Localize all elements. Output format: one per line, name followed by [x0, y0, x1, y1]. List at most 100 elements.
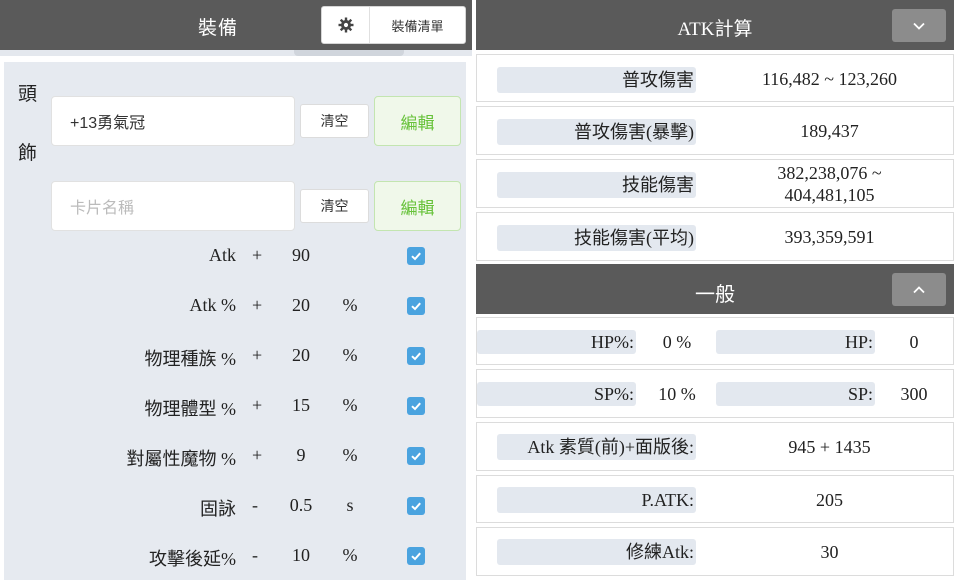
equipment-header: 裝備 裝備清單 [0, 0, 472, 50]
stat-row: 固詠 - 0.5 s [4, 487, 466, 527]
check-icon [411, 402, 421, 411]
general-row: P.ATK: 205 [476, 475, 954, 523]
stat-row: 物理種族 % + 20 % [4, 337, 466, 377]
stat-label: 固詠 [200, 499, 236, 519]
stat-label: 對屬性魔物 % [126, 449, 237, 469]
atk-row-value: 393,359,591 [784, 227, 875, 247]
equipment-title: 裝備 [198, 18, 239, 39]
equipment-panel: 裝備 裝備清單 頭 飾 +13勇氣冠 清空 編輯 卡片名稱 清空 編輯 Atk … [0, 0, 472, 580]
atk-row-value: 189,437 [800, 121, 859, 141]
edit-card-button[interactable]: 編輯 [374, 181, 461, 231]
sp-percent-label: SP%: [477, 382, 636, 406]
check-icon [411, 352, 421, 361]
hp-value: 0 [909, 332, 919, 352]
stat-value[interactable]: 9 [276, 445, 326, 466]
general-row-label: P.ATK: [497, 487, 696, 513]
card-name-input[interactable]: 卡片名稱 [51, 181, 295, 231]
general-row-label: Atk 素質(前)+面版後: [497, 434, 696, 460]
stat-unit: % [342, 445, 358, 465]
stat-checkbox[interactable] [407, 447, 425, 465]
check-icon [411, 452, 421, 461]
stat-value[interactable]: 10 [276, 545, 326, 566]
atk-title: ATK計算 [677, 19, 753, 40]
general-row: Atk 素質(前)+面版後: 945 + 1435 [476, 422, 954, 471]
check-icon [411, 252, 421, 261]
stat-value[interactable]: 90 [276, 245, 326, 266]
slot-char-2: 飾 [18, 143, 38, 164]
stat-operator: + [252, 445, 263, 465]
atk-row: 技能傷害 382,238,076 ~ 404,481,105 [476, 159, 954, 208]
stat-checkbox[interactable] [407, 547, 425, 565]
stat-value[interactable]: 20 [276, 295, 326, 316]
check-icon [411, 502, 421, 511]
stat-label: Atk [209, 245, 236, 265]
sp-percent-value: 10 % [658, 384, 696, 404]
stat-unit: % [342, 545, 358, 565]
stat-unit: % [342, 395, 358, 415]
stat-operator: + [252, 245, 263, 265]
atk-row-value-line2: 404,481,105 [784, 185, 875, 205]
atk-row-label: 普攻傷害(暴擊) [497, 119, 696, 145]
stat-label: 攻擊後延% [149, 549, 236, 569]
atk-header: ATK計算 [476, 0, 954, 50]
atk-row: 技能傷害(平均) 393,359,591 [476, 212, 954, 261]
general-row-label: 修練Atk: [497, 539, 696, 565]
general-row-value: 945 + 1435 [788, 437, 871, 457]
stat-checkbox[interactable] [407, 247, 425, 265]
check-icon [411, 302, 421, 311]
atk-row: 普攻傷害 116,482 ~ 123,260 [476, 54, 954, 102]
stat-label: 物理體型 % [144, 399, 237, 419]
chevron-down-icon [913, 22, 925, 30]
slot-char-1: 頭 [18, 84, 38, 105]
chevron-up-icon [913, 285, 925, 293]
stat-label: Atk % [189, 295, 237, 315]
sp-value: 300 [900, 384, 928, 404]
hp-percent-label: HP%: [477, 330, 636, 354]
clear-card-button[interactable]: 清空 [300, 189, 369, 223]
header-shadow [0, 50, 472, 56]
stat-operator: + [252, 295, 263, 315]
atk-row-value-line1: 382,238,076 ~ [777, 163, 882, 183]
atk-row-label: 技能傷害(平均) [497, 225, 696, 251]
atk-row-label: 普攻傷害 [497, 67, 696, 93]
check-icon [411, 552, 421, 561]
general-title: 一般 [695, 284, 735, 306]
stat-checkbox[interactable] [407, 297, 425, 315]
stat-row: 物理體型 % + 15 % [4, 387, 466, 427]
sp-label: SP: [716, 382, 875, 406]
stat-checkbox[interactable] [407, 497, 425, 515]
atk-panel: ATK計算 普攻傷害 116,482 ~ 123,260 普攻傷害(暴擊) 18… [476, 0, 954, 580]
stat-checkbox[interactable] [407, 347, 425, 365]
stat-row: 攻擊後延% - 10 % [4, 537, 466, 577]
stat-value[interactable]: 0.5 [276, 495, 326, 516]
item-name-input[interactable]: +13勇氣冠 [51, 96, 295, 146]
hp-row: HP%: 0 % HP: 0 [476, 317, 954, 365]
stat-operator: + [252, 345, 263, 365]
gear-icon [322, 7, 370, 43]
stat-label: 物理種族 % [144, 349, 237, 369]
general-row: 修練Atk: 30 [476, 527, 954, 576]
stat-value[interactable]: 15 [276, 395, 326, 416]
stat-row: 對屬性魔物 % + 9 % [4, 437, 466, 477]
stat-unit: s [346, 495, 354, 515]
hp-percent-value: 0 % [662, 332, 692, 352]
hp-label: HP: [716, 330, 875, 354]
general-header: 一般 [476, 264, 954, 314]
clear-item-button[interactable]: 清空 [300, 104, 369, 138]
atk-row-value: 116,482 ~ 123,260 [761, 69, 898, 89]
equipment-list-label: 裝備清單 [391, 18, 444, 34]
atk-row-label: 技能傷害 [497, 172, 696, 198]
equipment-list-button[interactable]: 裝備清單 [321, 6, 466, 44]
general-row-value: 205 [816, 490, 843, 510]
general-row-value: 30 [820, 542, 839, 562]
stat-unit: % [342, 295, 358, 315]
general-toggle-button[interactable] [892, 273, 946, 306]
edit-item-button[interactable]: 編輯 [374, 96, 461, 146]
stat-row: Atk % + 20 % [4, 287, 466, 327]
stat-operator: - [252, 545, 258, 565]
stat-checkbox[interactable] [407, 397, 425, 415]
stat-operator: + [252, 395, 263, 415]
stat-value[interactable]: 20 [276, 345, 326, 366]
atk-toggle-button[interactable] [892, 9, 946, 42]
stat-operator: - [252, 495, 258, 515]
